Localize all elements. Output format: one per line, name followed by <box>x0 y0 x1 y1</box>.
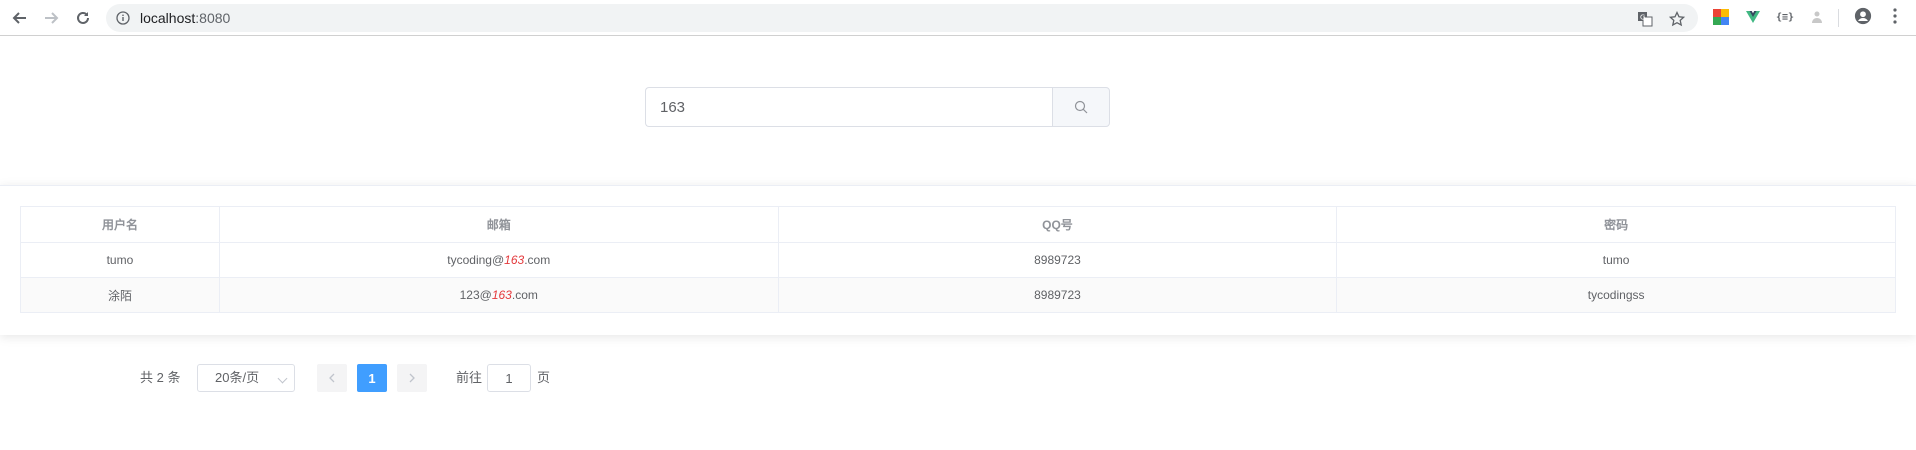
page-size-value: 20条/页 <box>215 370 260 385</box>
url-text: localhost:8080 <box>140 10 230 26</box>
toolbar-separator <box>1838 9 1839 27</box>
page-number-current[interactable]: 1 <box>357 364 387 392</box>
prev-page-button[interactable] <box>317 364 347 392</box>
search-button[interactable] <box>1052 87 1110 127</box>
cell-username: 涂陌 <box>20 277 220 313</box>
cell-password: tycodingss <box>1336 277 1896 313</box>
column-header-email[interactable]: 邮箱 <box>218 206 779 243</box>
table-row[interactable]: 涂陌 123@163.com 8989723 tycodingss <box>20 277 1896 313</box>
cell-username: tumo <box>20 242 220 278</box>
chevron-right-icon <box>409 373 415 383</box>
search-icon <box>1074 100 1088 114</box>
cell-qq: 8989723 <box>777 277 1338 313</box>
bookmark-star-button[interactable] <box>1668 10 1686 28</box>
cell-password: tumo <box>1336 242 1896 278</box>
email-prefix: 123@ <box>459 288 492 302</box>
users-table: 用户名 邮箱 QQ号 密码 tumo tycoding@163.com 8989… <box>20 206 1896 313</box>
person-extension-icon <box>1812 11 1822 23</box>
goto-suffix-label: 页 <box>537 370 551 385</box>
page-size-select[interactable]: 20条/页 <box>197 364 295 392</box>
email-highlight: 163 <box>491 288 512 302</box>
colorful-extension-icon <box>1713 9 1729 25</box>
svg-text:G: G <box>1640 14 1645 22</box>
browser-menu-button[interactable] <box>1886 7 1904 25</box>
forward-arrow-icon <box>45 12 59 24</box>
browser-toolbar: localhost:8080 G {≡} <box>0 0 1916 36</box>
email-prefix: tycoding@ <box>447 253 505 267</box>
results-card: 用户名 邮箱 QQ号 密码 tumo tycoding@163.com 8989… <box>0 185 1916 335</box>
address-bar[interactable]: localhost:8080 G <box>106 4 1698 32</box>
back-button[interactable] <box>8 6 32 30</box>
pagination-total: 共 2 条 <box>140 370 181 385</box>
goto-label: 前往 <box>456 370 483 385</box>
extension-json-button[interactable]: {≡} <box>1776 8 1794 26</box>
forward-button[interactable] <box>39 6 63 30</box>
next-page-button[interactable] <box>397 364 427 392</box>
column-header-qq[interactable]: QQ号 <box>777 206 1338 243</box>
profile-button[interactable] <box>1854 7 1872 25</box>
search-bar <box>645 87 1110 127</box>
account-icon <box>1854 7 1872 25</box>
email-suffix: .com <box>511 288 538 302</box>
star-icon <box>1669 11 1685 27</box>
reload-button[interactable] <box>71 6 95 30</box>
cell-email: tycoding@163.com <box>218 242 779 278</box>
search-input[interactable] <box>645 87 1053 127</box>
cell-email: 123@163.com <box>218 277 779 313</box>
table-header-row: 用户名 邮箱 QQ号 密码 <box>20 206 1896 243</box>
back-arrow-icon <box>12 12 26 24</box>
info-icon[interactable] <box>116 11 130 25</box>
reload-icon <box>77 11 89 24</box>
translate-icon: G <box>1638 12 1653 27</box>
email-suffix: .com <box>524 253 551 267</box>
url-port: :8080 <box>195 10 231 26</box>
chevron-down-icon <box>277 373 288 384</box>
translate-button[interactable]: G <box>1636 10 1654 28</box>
vue-devtools-icon <box>1746 11 1760 23</box>
column-header-username[interactable]: 用户名 <box>20 206 220 243</box>
column-header-password[interactable]: 密码 <box>1336 206 1896 243</box>
extension-gray-button[interactable] <box>1808 8 1826 26</box>
extension-colorful-button[interactable] <box>1712 8 1730 26</box>
json-viewer-icon: {≡} <box>1775 11 1795 23</box>
cell-qq: 8989723 <box>777 242 1338 278</box>
email-highlight: 163 <box>504 253 525 267</box>
url-host: localhost <box>140 10 196 26</box>
extension-vue-button[interactable] <box>1744 8 1762 26</box>
table-row[interactable]: tumo tycoding@163.com 8989723 tumo <box>20 242 1896 278</box>
chevron-left-icon <box>329 373 335 383</box>
more-vert-icon <box>1893 8 1897 24</box>
goto-page-input[interactable] <box>487 364 531 392</box>
